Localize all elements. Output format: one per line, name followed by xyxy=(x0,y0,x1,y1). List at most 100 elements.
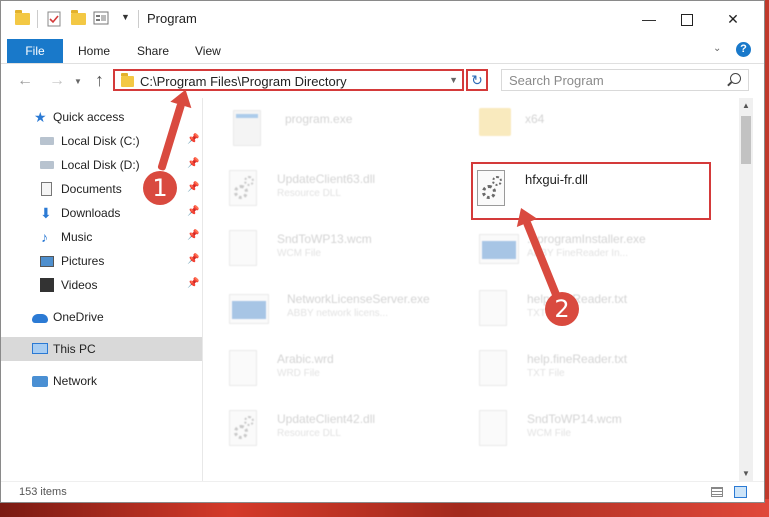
tab-home[interactable]: Home xyxy=(78,39,110,63)
ribbon-tabs: File Home Share View ⌄ ? xyxy=(1,37,764,64)
music-icon: ♪ xyxy=(41,229,48,245)
file-item[interactable]: Arabic.wrd WRD File xyxy=(229,344,469,400)
file-item[interactable]: NetworkLicenseServer.exe ABBY network li… xyxy=(229,284,469,340)
refresh-button[interactable]: ↻ xyxy=(466,69,488,91)
sidebar-item-videos[interactable]: Videos 📌 xyxy=(1,273,202,297)
file-name: NetworkLicenseServer.exe xyxy=(287,292,430,306)
file-icon xyxy=(229,350,257,386)
customize-icon[interactable] xyxy=(93,11,109,27)
file-type: WCM File xyxy=(277,248,321,259)
window-title: Program xyxy=(147,11,197,26)
file-explorer-window: ▼ Program — ✕ File Home Share View ⌄ ? ←… xyxy=(0,0,765,503)
search-input[interactable]: Search Program xyxy=(509,73,604,88)
text-file-icon xyxy=(479,350,507,386)
exe-file-icon xyxy=(229,294,269,324)
scrollbar-thumb[interactable] xyxy=(741,116,751,164)
forward-arrow-icon[interactable]: → xyxy=(49,72,65,90)
sidebar-item-label: Music xyxy=(61,230,93,244)
sidebar-item-network[interactable]: Network xyxy=(1,369,202,393)
file-item[interactable]: SndToWP13.wcm WCM File xyxy=(229,224,469,280)
sidebar-item-label: Network xyxy=(53,374,98,388)
text-file-icon xyxy=(479,290,507,326)
properties-check-icon[interactable] xyxy=(47,11,63,27)
file-item[interactable]: help.fineReader.txt TXT File xyxy=(479,284,719,340)
sidebar-item-downloads[interactable]: ⬇ Downloads 📌 xyxy=(1,201,202,225)
file-icon xyxy=(479,410,507,446)
sidebar-item-label: This PC xyxy=(53,342,96,356)
separator xyxy=(37,10,38,28)
file-name: help.fineReader.txt xyxy=(527,352,628,366)
expand-ribbon-icon[interactable]: ⌄ xyxy=(713,43,721,54)
file-name: SndToWP13.wcm xyxy=(277,232,372,246)
new-folder-icon[interactable] xyxy=(71,10,87,27)
file-type: TXT File xyxy=(527,368,565,379)
up-arrow-icon[interactable]: ↑ xyxy=(95,70,104,91)
file-item[interactable]: help.fineReader.txt TXT File xyxy=(479,344,719,400)
address-bar[interactable]: C:\Program Files\Program Directory ▼ xyxy=(113,69,464,91)
pin-icon[interactable]: 📌 xyxy=(187,182,199,193)
sidebar-item-label: Pictures xyxy=(61,254,105,268)
highlight-box xyxy=(471,162,711,220)
tab-view[interactable]: View xyxy=(195,39,221,63)
documents-icon xyxy=(41,182,52,196)
sidebar-item-label: Local Disk (D:) xyxy=(61,158,140,172)
search-icon[interactable] xyxy=(730,73,741,84)
pin-icon[interactable]: 📌 xyxy=(187,134,199,145)
file-item[interactable]: program.exe xyxy=(233,104,473,160)
address-dropdown-icon[interactable]: ▼ xyxy=(449,75,458,85)
file-item[interactable]: ...programInstaller.exe ABBY FineReader … xyxy=(479,224,719,280)
sidebar-item-label: Downloads xyxy=(61,206,121,220)
recent-locations-dropdown-icon[interactable]: ▼ xyxy=(74,77,82,86)
dll-file-icon xyxy=(229,170,257,206)
file-name: UpdateClient63.dll xyxy=(277,172,376,186)
folder-icon xyxy=(479,108,511,136)
file-name: ...programInstaller.exe xyxy=(527,232,646,246)
pin-icon[interactable]: 📌 xyxy=(187,230,199,241)
item-count: 153 items xyxy=(19,486,67,498)
sidebar-item-label: Local Disk (C:) xyxy=(61,134,140,148)
onedrive-icon xyxy=(32,314,48,323)
exe-file-icon xyxy=(479,234,519,264)
navigation-bar: ← → ▼ ↑ C:\Program Files\Program Directo… xyxy=(1,64,764,98)
videos-icon xyxy=(40,278,54,292)
scroll-down-icon[interactable]: ▼ xyxy=(742,469,750,478)
help-icon[interactable]: ? xyxy=(736,42,751,57)
quick-access-dropdown-icon[interactable]: ▼ xyxy=(121,12,130,22)
pin-icon[interactable]: 📌 xyxy=(187,278,199,289)
address-path[interactable]: C:\Program Files\Program Directory xyxy=(140,74,347,89)
sidebar-item-onedrive[interactable]: OneDrive xyxy=(1,305,202,329)
large-icons-view-icon[interactable] xyxy=(734,486,747,498)
file-icon xyxy=(229,230,257,266)
scroll-up-icon[interactable]: ▲ xyxy=(742,101,750,110)
vertical-scrollbar[interactable]: ▲ ▼ xyxy=(739,98,753,481)
status-bar: 153 items xyxy=(1,481,764,502)
pin-icon[interactable]: 📌 xyxy=(187,254,199,265)
sidebar-item-music[interactable]: ♪ Music 📌 xyxy=(1,225,202,249)
step-badge-1: 1 xyxy=(143,171,177,205)
navigation-pane: ★ Quick access Local Disk (C:) 📌 Local D… xyxy=(1,98,203,481)
pictures-icon xyxy=(40,256,54,267)
file-list: program.exe UpdateClient63.dll Resource … xyxy=(203,98,739,481)
sidebar-item-local-disk-d[interactable]: Local Disk (D:) 📌 xyxy=(1,153,202,177)
title-bar: ▼ Program — ✕ xyxy=(1,1,764,37)
search-box[interactable]: Search Program xyxy=(501,69,749,91)
file-name: SndToWP14.wcm xyxy=(527,412,622,426)
folder-item[interactable]: x64 xyxy=(479,104,719,160)
back-arrow-icon[interactable]: ← xyxy=(17,72,33,90)
file-item[interactable]: UpdateClient63.dll Resource DLL xyxy=(229,164,469,220)
maximize-button[interactable] xyxy=(664,1,710,37)
folder-icon xyxy=(121,73,134,87)
star-icon: ★ xyxy=(34,109,47,125)
details-view-icon[interactable] xyxy=(711,487,723,497)
close-button[interactable]: ✕ xyxy=(710,1,756,37)
pin-icon[interactable]: 📌 xyxy=(187,206,199,217)
file-item[interactable]: UpdateClient42.dll Resource DLL xyxy=(229,404,469,460)
tab-file[interactable]: File xyxy=(7,39,63,63)
step-badge-2: 2 xyxy=(545,292,579,326)
file-item[interactable]: SndToWP14.wcm WCM File xyxy=(479,404,719,460)
pin-icon[interactable]: 📌 xyxy=(187,158,199,169)
tab-share[interactable]: Share xyxy=(137,39,169,63)
sidebar-item-this-pc[interactable]: This PC xyxy=(1,337,202,361)
sidebar-item-pictures[interactable]: Pictures 📌 xyxy=(1,249,202,273)
folder-name: x64 xyxy=(525,112,545,126)
